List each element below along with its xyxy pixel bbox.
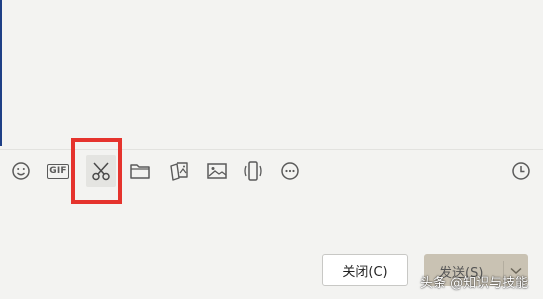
send-button-label: 发送(S)	[439, 266, 484, 281]
screenshot-button[interactable]	[86, 155, 116, 187]
send-button[interactable]: 发送(S)	[424, 254, 528, 286]
folder-icon[interactable]	[127, 158, 153, 184]
shake-icon[interactable]	[240, 158, 266, 184]
scissors-icon	[92, 162, 110, 181]
emoji-icon[interactable]	[8, 158, 34, 184]
chevron-down-icon[interactable]	[507, 263, 525, 279]
more-icon[interactable]	[277, 158, 303, 184]
message-input-area[interactable]	[2, 0, 543, 149]
gif-button[interactable]: GIF	[45, 158, 71, 184]
close-button[interactable]: 关闭(C)	[322, 254, 408, 286]
image-icon[interactable]	[204, 158, 230, 184]
chat-toolbar: GIF	[0, 150, 543, 192]
send-button-divider	[503, 261, 504, 281]
gif-icon: GIF	[47, 163, 69, 179]
photo-album-icon[interactable]	[166, 158, 192, 184]
history-clock-icon[interactable]	[508, 158, 534, 184]
